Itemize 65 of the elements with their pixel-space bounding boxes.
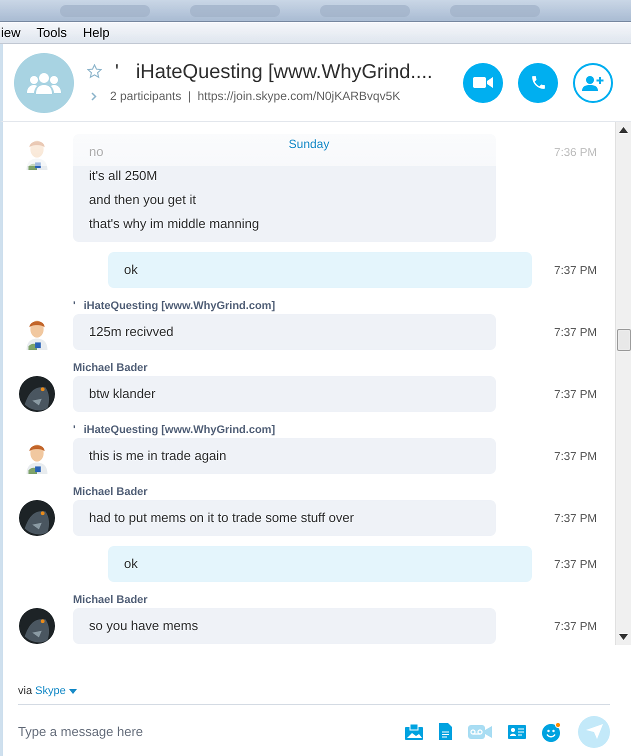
message-text: ok — [124, 555, 138, 573]
avatar[interactable] — [19, 500, 55, 536]
via-label: via — [18, 685, 32, 697]
message-text: that's why im middle manning — [89, 215, 260, 233]
service-selector[interactable]: Skype — [35, 685, 77, 697]
message-text: and then you get it — [89, 191, 196, 209]
message-time: 7:36 PM — [554, 146, 597, 161]
participants-count[interactable]: 2 participants — [110, 87, 182, 106]
message-text: 125m recivved — [89, 323, 174, 341]
sender-mark: ' — [73, 300, 76, 312]
star-icon[interactable] — [87, 64, 102, 80]
scroll-down-icon[interactable] — [619, 634, 628, 640]
add-person-icon — [582, 74, 604, 90]
expand-chevron-icon[interactable] — [91, 92, 97, 101]
message-text: it's all 250M — [89, 167, 158, 185]
conversation-title: iHateQuesting [www.WhyGrind.... — [136, 60, 433, 84]
taskbar-item[interactable] — [190, 4, 280, 16]
scroll-thumb[interactable] — [616, 329, 630, 351]
message-text: so you have mems — [89, 617, 198, 635]
sender-name: iHateQuesting [www.WhyGrind.com] — [84, 424, 276, 436]
sender-name: Michael Bader — [73, 362, 148, 374]
image-share-icon[interactable] — [405, 724, 423, 740]
message-time: 7:37 PM — [554, 388, 597, 403]
join-link[interactable]: https://join.skype.com/N0jKARBvqv5K — [198, 87, 400, 106]
title-mark: ' — [115, 60, 119, 84]
message-text: ok — [124, 261, 138, 279]
file-icon[interactable] — [439, 723, 452, 740]
video-message-icon[interactable] — [468, 724, 492, 738]
video-camera-icon — [473, 76, 493, 89]
send-button[interactable] — [578, 716, 610, 748]
message-text: no — [89, 143, 104, 161]
message-time: 7:37 PM — [554, 264, 597, 279]
message-time: 7:37 PM — [554, 450, 597, 465]
message-time: 7:37 PM — [554, 326, 597, 341]
date-label: Sunday — [288, 136, 330, 153]
message-text: this is me in trade again — [89, 447, 226, 465]
taskbar-item[interactable] — [60, 4, 150, 16]
separator: | — [188, 88, 191, 106]
taskbar-item[interactable] — [320, 4, 410, 16]
message-time: 7:37 PM — [554, 558, 597, 573]
menu-item[interactable]: iew — [0, 22, 22, 42]
avatar[interactable] — [19, 376, 55, 412]
avatar[interactable] — [19, 608, 55, 644]
phone-icon — [530, 74, 546, 91]
message-text: btw klander — [89, 385, 156, 403]
contact-card-icon[interactable] — [508, 724, 526, 738]
menu-item[interactable]: Tools — [36, 22, 68, 42]
message-time: 7:37 PM — [554, 512, 597, 527]
emoji-icon[interactable] — [542, 722, 562, 742]
message-time: 7:37 PM — [554, 620, 597, 635]
sender-name: Michael Bader — [73, 486, 148, 498]
scroll-up-icon[interactable] — [619, 127, 628, 133]
sender-mark: ' — [73, 424, 76, 436]
video-call-button[interactable] — [463, 62, 503, 102]
menu-item[interactable]: Help — [82, 22, 111, 42]
sender-name: iHateQuesting [www.WhyGrind.com] — [84, 300, 276, 312]
caret-icon — [68, 688, 77, 694]
add-participant-button[interactable] — [573, 62, 613, 102]
message-text: had to put mems on it to trade some stuff over — [89, 509, 354, 527]
message-input[interactable]: Type a message here — [18, 722, 389, 742]
taskbar-item[interactable] — [450, 4, 540, 16]
send-icon — [586, 724, 602, 739]
call-button[interactable] — [518, 62, 558, 102]
scrollbar[interactable] — [615, 122, 631, 645]
sender-name: Michael Bader — [73, 594, 148, 606]
